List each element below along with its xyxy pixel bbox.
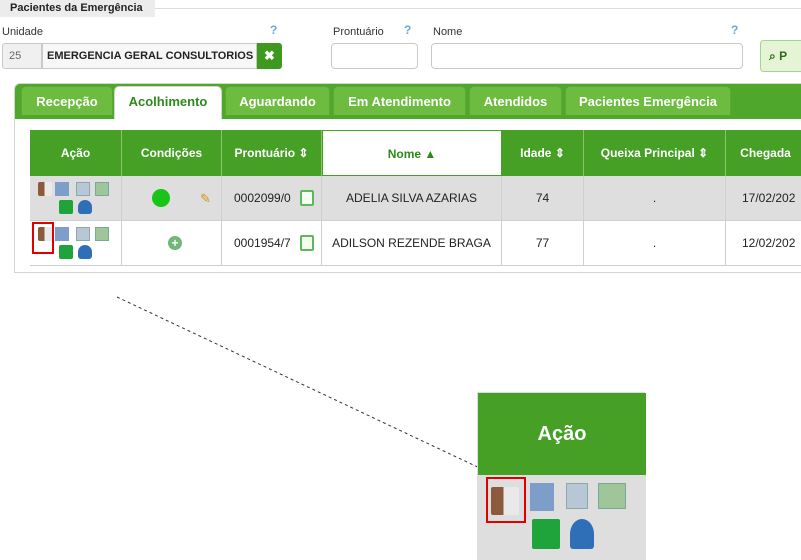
page: Pacientes da Emergência Unidade ? 25 EME… bbox=[0, 0, 801, 560]
zoom-callout: Ação bbox=[477, 392, 646, 560]
bed-icon[interactable] bbox=[566, 483, 588, 509]
zoom-action-icons bbox=[478, 475, 646, 560]
document-add-icon[interactable] bbox=[530, 483, 554, 511]
highlight-box bbox=[486, 477, 526, 523]
callout-line bbox=[116, 296, 485, 471]
money-document-icon[interactable] bbox=[598, 483, 626, 509]
zoom-header-acao: Ação bbox=[478, 393, 646, 475]
person-icon[interactable] bbox=[570, 519, 594, 549]
printer-icon[interactable] bbox=[532, 519, 560, 549]
